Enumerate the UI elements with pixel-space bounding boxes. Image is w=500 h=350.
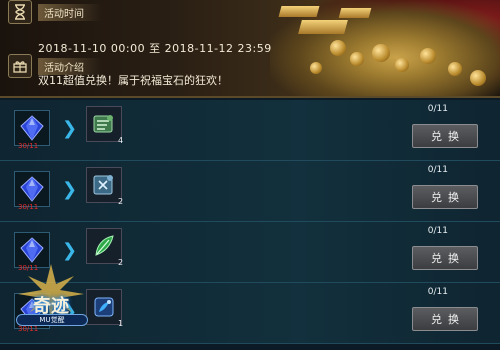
exchange-button[interactable]: 兑换 [412, 124, 478, 148]
gem-count: 30/11 [18, 142, 39, 150]
gold-coin [420, 48, 436, 64]
exchange-button[interactable]: 兑换 [412, 246, 478, 270]
item-count: 2 [118, 258, 124, 267]
event-intro: 双11超值兑换！属于祝福宝石的狂欢！ [38, 74, 228, 87]
exchange-row: 30/11 ❯ 4 0/11 兑换 [0, 100, 500, 161]
gold-bar [298, 20, 348, 34]
event-banner: 活动时间 2018-11-10 00:00 至 2018-11-12 23:59… [0, 0, 500, 98]
exchange-progress: 0/11 [427, 104, 448, 114]
gold-coin [470, 70, 486, 86]
exchange-row: 30/11 ❯ 2 0/11 兑换 [0, 161, 500, 222]
gold-bar [338, 8, 372, 18]
event-time: 2018-11-10 00:00 至 2018-11-12 23:59 [38, 42, 272, 55]
gold-coin [448, 62, 462, 76]
item-count: 2 [118, 197, 124, 206]
exchange-progress: 0/11 [427, 287, 448, 297]
arrow-right-icon: ❯ [62, 179, 78, 200]
blessing-gem-icon[interactable] [14, 171, 50, 207]
gem-count: 30/11 [18, 203, 39, 211]
arrow-right-icon: ❯ [62, 240, 78, 261]
scroll-icon[interactable] [86, 106, 122, 142]
item-count: 4 [118, 136, 124, 145]
exchange-progress: 0/11 [427, 226, 448, 236]
exchange-button[interactable]: 兑换 [412, 185, 478, 209]
tome-icon[interactable] [86, 289, 122, 325]
blessing-gem-icon[interactable] [14, 110, 50, 146]
gold-coin [372, 44, 390, 62]
logo-subtitle: MU觉醒 [16, 314, 88, 326]
gold-coin [350, 52, 364, 66]
exchange-progress: 0/11 [427, 165, 448, 175]
gold-coin [310, 62, 322, 74]
hourglass-icon [8, 0, 32, 24]
game-logo: 奇迹 MU觉醒 [14, 262, 88, 348]
time-label: 活动时间 [38, 3, 102, 21]
gold-bar [278, 6, 320, 17]
item-count: 1 [118, 319, 124, 328]
exchange-button[interactable]: 兑换 [412, 307, 478, 331]
time-label-row: 活动时间 [8, 0, 102, 24]
rune-icon[interactable] [86, 167, 122, 203]
gold-coin [395, 58, 409, 72]
feather-icon[interactable] [86, 228, 122, 264]
arrow-right-icon: ❯ [62, 118, 78, 139]
gold-coin [330, 40, 346, 56]
gift-icon [8, 54, 32, 78]
